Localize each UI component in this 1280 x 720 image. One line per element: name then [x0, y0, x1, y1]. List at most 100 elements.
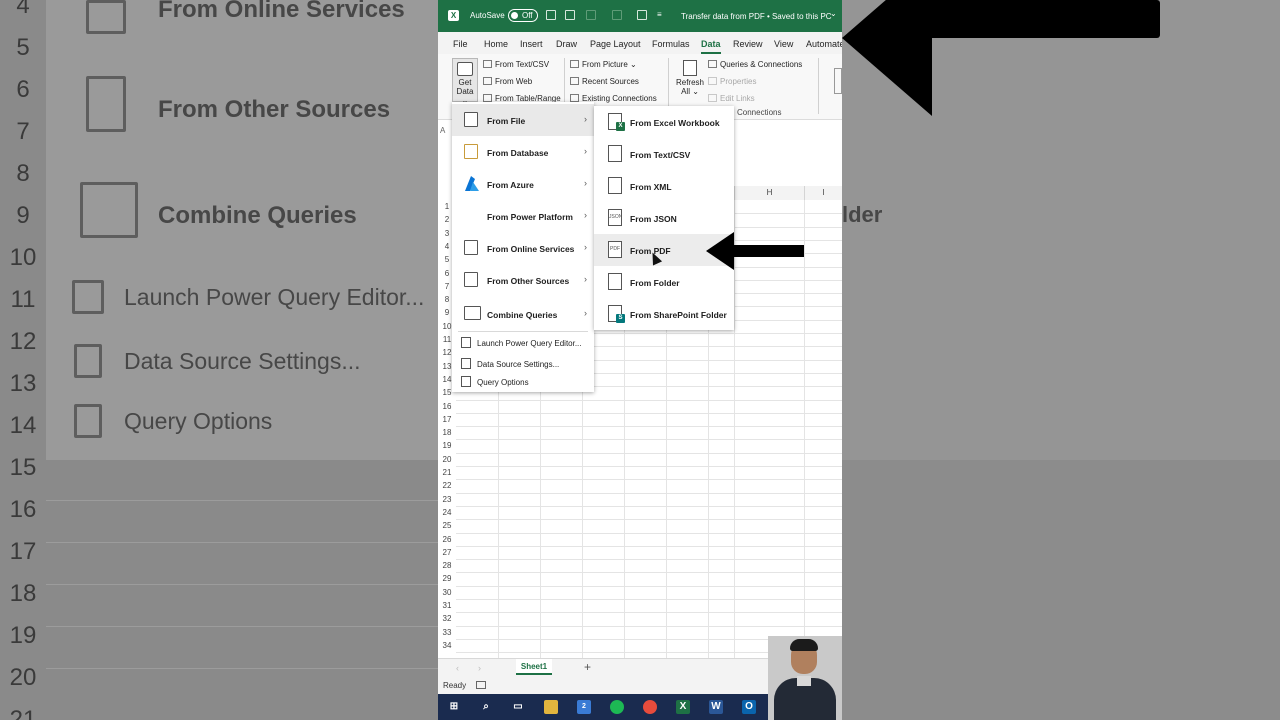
- tab-file[interactable]: File: [453, 39, 468, 49]
- refresh-icon: [683, 60, 697, 76]
- submenu-item-from-text-csv[interactable]: From Text/CSV: [594, 138, 734, 170]
- from-text-csv-button[interactable]: From Text/CSV: [483, 60, 549, 69]
- row-header[interactable]: 28: [438, 561, 456, 570]
- bg-row-number: 5: [16, 34, 30, 61]
- file-explorer-icon[interactable]: [544, 700, 558, 714]
- tab-formulas[interactable]: Formulas: [652, 39, 690, 49]
- tab-home[interactable]: Home: [484, 39, 508, 49]
- row-header[interactable]: 25: [438, 521, 456, 530]
- accessibility-icon[interactable]: [476, 681, 486, 689]
- search-icon[interactable]: ⌕: [479, 700, 493, 714]
- autosave-toggle[interactable]: Off: [508, 9, 538, 22]
- row-header[interactable]: 32: [438, 614, 456, 623]
- document-title[interactable]: Transfer data from PDF • Saved to this P…: [681, 12, 832, 21]
- submenu-item-label: From Text/CSV: [630, 150, 691, 160]
- title-dropdown-icon[interactable]: ⌄: [830, 9, 837, 18]
- undo-icon[interactable]: [586, 10, 596, 20]
- column-header-h[interactable]: H: [734, 186, 804, 200]
- bg-item-launch: Launch Power Query Editor...: [124, 284, 425, 310]
- row-header[interactable]: 22: [438, 481, 456, 490]
- menu-item-launch-power-query[interactable]: Launch Power Query Editor...: [452, 333, 594, 353]
- row-header[interactable]: 30: [438, 588, 456, 597]
- menu-item-from-azure[interactable]: From Azure ›: [452, 168, 594, 200]
- edit-links-label: Edit Links: [720, 94, 755, 103]
- row-header[interactable]: 34: [438, 641, 456, 650]
- row-header[interactable]: 31: [438, 601, 456, 610]
- new-file-icon[interactable]: [637, 10, 647, 20]
- background-zoom-left: 4 5 6 7 8 9 10 11 12 13 14 15 16 17 18 1…: [0, 0, 438, 720]
- get-data-button[interactable]: Get Data ⌄: [452, 58, 478, 105]
- menu-item-data-source-settings[interactable]: Data Source Settings...: [452, 354, 594, 374]
- submenu-item-from-sharepoint-folder[interactable]: S From SharePoint Folder: [594, 298, 734, 330]
- row-header[interactable]: 33: [438, 628, 456, 637]
- submenu-item-from-xml[interactable]: From XML: [594, 170, 734, 202]
- menu-item-query-options[interactable]: Query Options: [452, 372, 594, 392]
- sheet-tab-sheet1[interactable]: Sheet1: [516, 659, 552, 675]
- word-taskbar-icon[interactable]: W: [709, 700, 723, 714]
- row-header[interactable]: 27: [438, 548, 456, 557]
- add-sheet-button[interactable]: +: [584, 660, 591, 674]
- from-picture-label: From Picture ⌄: [582, 60, 637, 69]
- next-sheet-icon[interactable]: ›: [478, 663, 481, 673]
- tab-page-layout[interactable]: Page Layout: [590, 39, 641, 49]
- chrome-icon[interactable]: [643, 700, 657, 714]
- prev-sheet-icon[interactable]: ‹: [456, 663, 459, 673]
- tab-draw[interactable]: Draw: [556, 39, 577, 49]
- recent-sources-icon: [570, 77, 579, 85]
- spotify-icon[interactable]: [610, 700, 624, 714]
- row-header[interactable]: 23: [438, 495, 456, 504]
- row-header[interactable]: 16: [438, 402, 456, 411]
- name-box[interactable]: A: [440, 126, 448, 140]
- tab-data[interactable]: Data: [701, 39, 721, 54]
- recent-sources-button[interactable]: Recent Sources: [570, 77, 639, 86]
- properties-button[interactable]: Properties: [708, 77, 756, 86]
- start-icon[interactable]: ⊞: [447, 700, 461, 714]
- menu-item-from-power-platform[interactable]: From Power Platform ›: [452, 200, 594, 232]
- tab-view[interactable]: View: [774, 39, 793, 49]
- power-query-icon: [461, 337, 471, 348]
- background-arrow-icon: [842, 0, 1162, 116]
- customize-toolbar-icon[interactable]: ≡: [657, 10, 662, 19]
- teams-icon[interactable]: 2: [577, 700, 591, 714]
- menu-item-from-other-sources[interactable]: From Other Sources ›: [452, 264, 594, 296]
- column-header-i[interactable]: I: [804, 186, 842, 200]
- tab-review[interactable]: Review: [733, 39, 763, 49]
- submenu-item-from-folder[interactable]: From Folder: [594, 266, 734, 298]
- file-icon: [464, 112, 478, 127]
- row-header[interactable]: 17: [438, 415, 456, 424]
- outlook-taskbar-icon[interactable]: O: [742, 700, 756, 714]
- queries-connections-button[interactable]: Queries & Connections: [708, 60, 802, 69]
- redo-icon[interactable]: [612, 10, 622, 20]
- task-view-icon[interactable]: ▭: [511, 700, 525, 714]
- row-header[interactable]: 21: [438, 468, 456, 477]
- menu-item-from-online-services[interactable]: From Online Services ›: [452, 232, 594, 264]
- submenu-item-from-excel-workbook[interactable]: X From Excel Workbook: [594, 106, 734, 138]
- from-web-button[interactable]: From Web: [483, 77, 532, 86]
- row-header[interactable]: 29: [438, 574, 456, 583]
- row-header[interactable]: 26: [438, 535, 456, 544]
- pointer-arrow-icon: [706, 232, 804, 270]
- row-header[interactable]: 19: [438, 441, 456, 450]
- json-icon: JSON: [608, 209, 622, 226]
- row-header[interactable]: 18: [438, 428, 456, 437]
- submenu-item-from-json[interactable]: JSON From JSON: [594, 202, 734, 234]
- save-icon[interactable]: [546, 10, 556, 20]
- bg-row-number: 17: [9, 538, 37, 565]
- bg-row-number: 9: [16, 202, 30, 229]
- edit-links-button[interactable]: Edit Links: [708, 94, 755, 103]
- row-header[interactable]: 24: [438, 508, 456, 517]
- stocks-icon[interactable]: [834, 68, 842, 94]
- from-picture-button[interactable]: From Picture ⌄: [570, 60, 637, 69]
- tab-insert[interactable]: Insert: [520, 39, 543, 49]
- from-web-label: From Web: [495, 77, 533, 86]
- menu-item-from-database[interactable]: From Database ›: [452, 136, 594, 168]
- refresh-all-button[interactable]: Refresh All ⌄: [675, 58, 705, 96]
- edit-icon[interactable]: [565, 10, 575, 20]
- menu-item-combine-queries[interactable]: Combine Queries ›: [452, 298, 594, 330]
- excel-icon: X: [448, 10, 459, 21]
- row-header[interactable]: 20: [438, 455, 456, 464]
- xml-icon: [608, 177, 622, 194]
- menu-item-from-file[interactable]: From File ›: [452, 104, 594, 136]
- tab-automate[interactable]: Automate: [806, 39, 842, 49]
- excel-taskbar-icon[interactable]: X: [676, 700, 690, 714]
